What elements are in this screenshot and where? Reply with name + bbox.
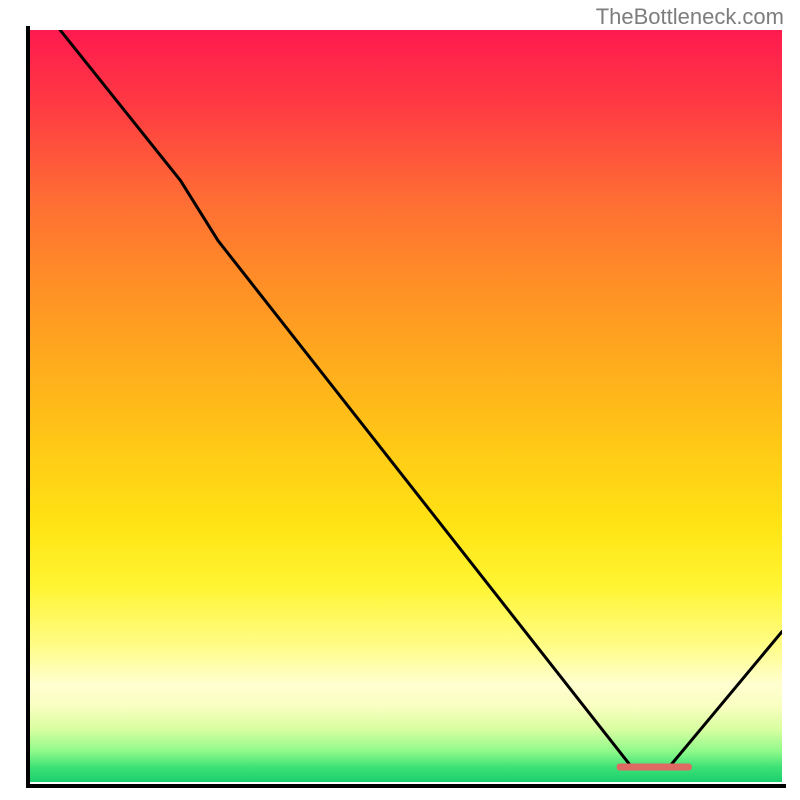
optimum-marker: [617, 764, 692, 771]
bottleneck-curve: [60, 30, 782, 767]
watermark-text: TheBottleneck.com: [596, 4, 784, 30]
plot-area: [30, 30, 782, 782]
x-axis: [26, 784, 786, 788]
chart-svg: [30, 30, 782, 782]
